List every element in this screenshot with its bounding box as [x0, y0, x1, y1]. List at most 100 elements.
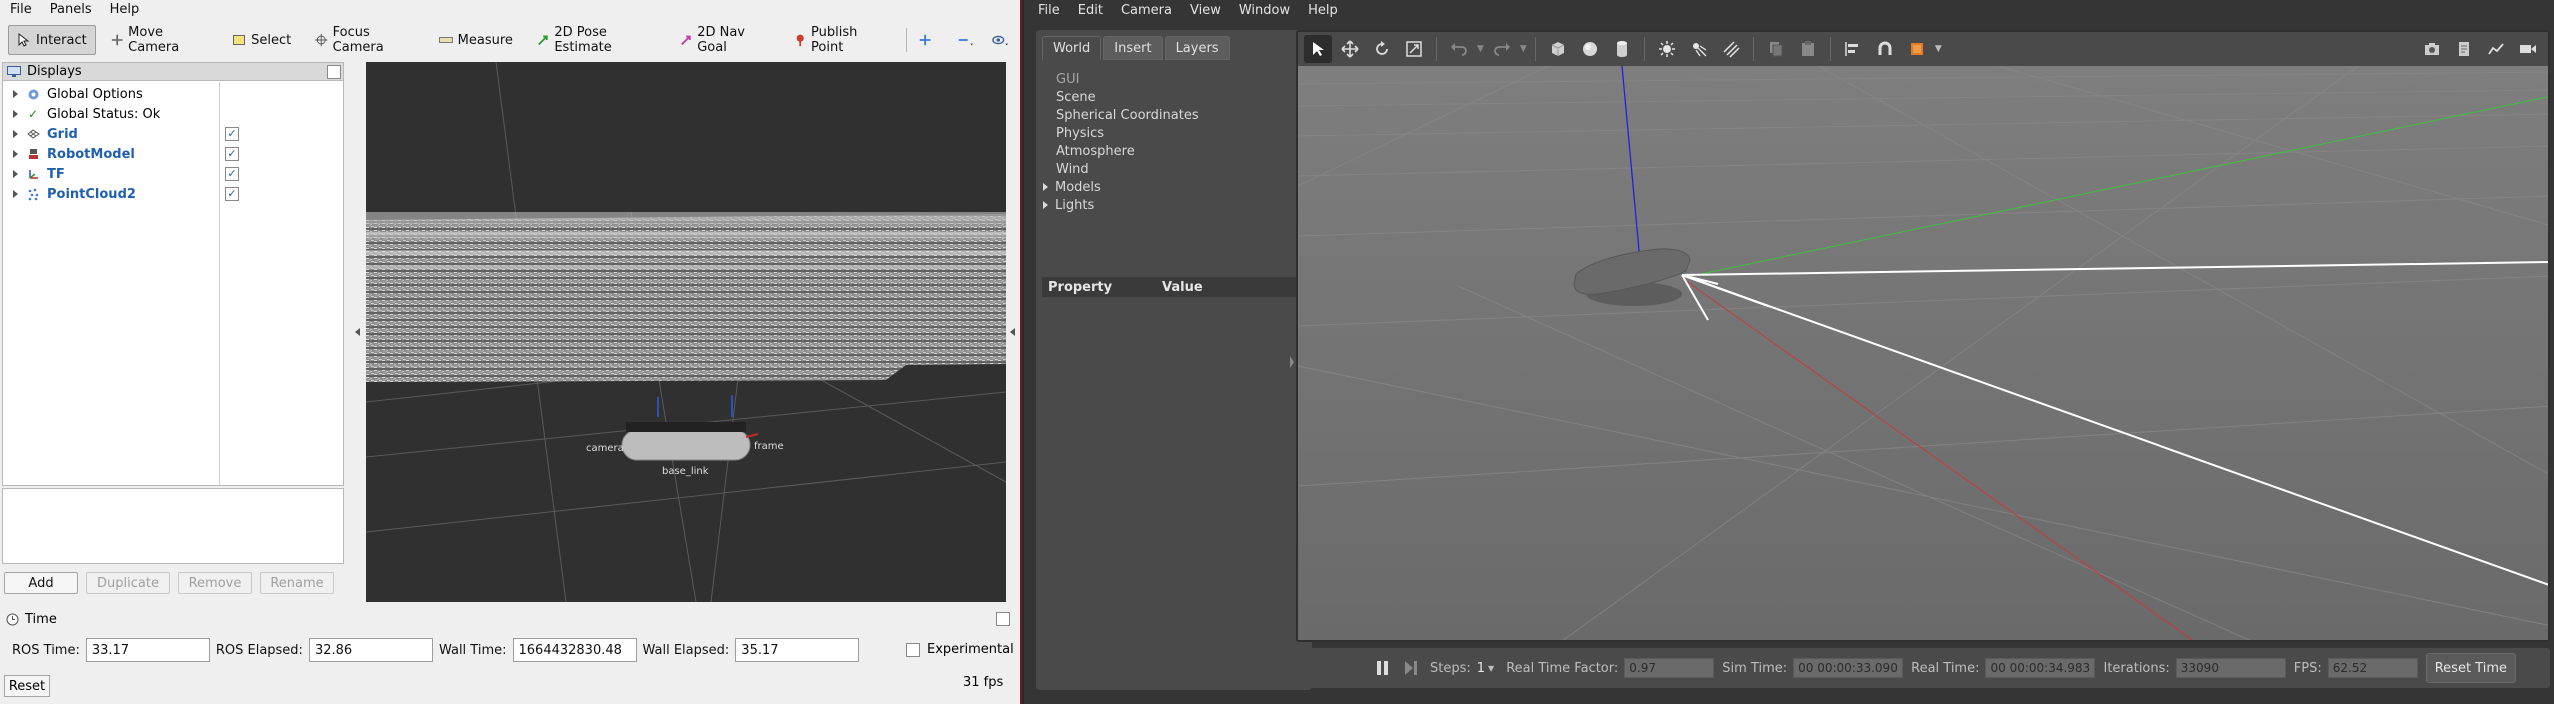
menu-help[interactable]: Help	[110, 2, 140, 17]
gz-menu-window[interactable]: Window	[1239, 3, 1290, 18]
expand-arrow-icon[interactable]	[13, 130, 18, 138]
expand-arrow-icon[interactable]	[13, 110, 18, 118]
tree-item-wind[interactable]: Wind	[1056, 160, 1199, 178]
remove-display-button[interactable]: Remove	[178, 572, 252, 594]
spot-light-button[interactable]	[1685, 35, 1713, 63]
expand-arrow-icon[interactable]	[13, 90, 18, 98]
rotate-mode-button[interactable]	[1368, 35, 1396, 63]
add-display-button[interactable]: Add	[4, 572, 78, 594]
expand-arrow-icon[interactable]	[1043, 183, 1048, 191]
pointcloud-icon	[26, 187, 40, 201]
rviz-3d-view[interactable]: camera frame base_link	[366, 62, 1006, 602]
tool-focus-camera[interactable]: Focus Camera	[306, 25, 423, 55]
menu-file[interactable]: File	[10, 2, 32, 17]
align-button[interactable]	[1839, 35, 1867, 63]
insert-box-button[interactable]	[1544, 35, 1572, 63]
collapse-left-arrow-icon[interactable]	[355, 328, 360, 336]
tree-item-gui[interactable]: GUI	[1056, 70, 1199, 88]
tree-item-scene[interactable]: Scene	[1056, 88, 1199, 106]
gz-menu-help[interactable]: Help	[1308, 3, 1338, 18]
reset-button[interactable]: Reset	[4, 675, 50, 697]
view-dropdown-icon[interactable]: ▼	[1935, 44, 1942, 54]
experimental-option[interactable]: Experimental	[906, 642, 1014, 657]
display-item-global-status[interactable]: ✓ Global Status: Ok	[3, 104, 160, 124]
scale-mode-button[interactable]	[1400, 35, 1428, 63]
gz-menu-camera[interactable]: Camera	[1121, 3, 1172, 18]
paste-button[interactable]	[1794, 35, 1822, 63]
gazebo-scene-render	[1298, 66, 2548, 640]
select-mode-button[interactable]	[1304, 35, 1332, 63]
redo-button[interactable]	[1488, 35, 1516, 63]
steps-dropdown-icon[interactable]: ▼	[1488, 664, 1494, 673]
insert-sphere-button[interactable]	[1576, 35, 1604, 63]
gz-menu-edit[interactable]: Edit	[1078, 3, 1103, 18]
display-item-pointcloud2[interactable]: PointCloud2	[3, 184, 136, 204]
collapse-right-arrow-icon[interactable]	[1010, 328, 1015, 336]
tab-world[interactable]: World	[1042, 36, 1102, 60]
tool-2d-nav-goal[interactable]: 2D Nav Goal	[671, 25, 779, 55]
tree-item-atmosphere[interactable]: Atmosphere	[1056, 142, 1199, 160]
display-item-grid[interactable]: Grid	[3, 124, 78, 144]
gz-menu-file[interactable]: File	[1038, 3, 1060, 18]
grid-enabled-checkbox[interactable]: ✓	[225, 127, 239, 141]
point-light-button[interactable]	[1653, 35, 1681, 63]
expand-arrow-icon[interactable]	[13, 170, 18, 178]
reset-time-button[interactable]: Reset Time	[2425, 653, 2516, 683]
gazebo-3d-view[interactable]: ▼ ▼ ▼	[1296, 30, 2550, 642]
panel-splitter-handle[interactable]	[1290, 356, 1294, 368]
step-icon[interactable]	[1404, 660, 1418, 676]
tree-item-spherical-coordinates[interactable]: Spherical Coordinates	[1056, 106, 1199, 124]
display-item-global-options[interactable]: Global Options	[3, 84, 143, 104]
tree-item-physics[interactable]: Physics	[1056, 124, 1199, 142]
ros-elapsed-field[interactable]: 32.86	[308, 638, 433, 662]
tool-interact[interactable]: Interact	[8, 25, 96, 55]
tool-publish-point[interactable]: Publish Point	[785, 25, 894, 55]
undo-dropdown-icon[interactable]: ▼	[1477, 44, 1484, 54]
menu-panels[interactable]: Panels	[50, 2, 92, 17]
screenshot-button[interactable]	[2418, 35, 2446, 63]
expand-arrow-icon[interactable]	[13, 190, 18, 198]
translate-mode-button[interactable]	[1336, 35, 1364, 63]
undo-button[interactable]	[1445, 35, 1473, 63]
redo-dropdown-icon[interactable]: ▼	[1520, 44, 1527, 54]
tree-item-models[interactable]: Models	[1043, 178, 1199, 196]
tab-layers[interactable]: Layers	[1164, 36, 1230, 60]
copy-button[interactable]	[1762, 35, 1790, 63]
displays-undock-button[interactable]	[327, 64, 341, 79]
add-tool-icon[interactable]	[918, 32, 932, 48]
tool-2d-pose-estimate[interactable]: 2D Pose Estimate	[528, 25, 665, 55]
snap-button[interactable]	[1871, 35, 1899, 63]
tf-enabled-checkbox[interactable]: ✓	[225, 167, 239, 181]
gz-menu-view[interactable]: View	[1190, 3, 1221, 18]
change-view-button[interactable]	[1903, 35, 1931, 63]
experimental-checkbox[interactable]	[906, 642, 920, 657]
display-item-tf[interactable]: TF	[3, 164, 65, 184]
video-record-button[interactable]	[2514, 35, 2542, 63]
pause-icon[interactable]	[1376, 660, 1390, 676]
steps-label: Steps:	[1430, 660, 1471, 676]
wall-elapsed-field[interactable]: 35.17	[735, 638, 860, 662]
real-time-label: Real Time:	[1911, 660, 1980, 676]
tree-item-lights[interactable]: Lights	[1043, 196, 1199, 214]
tab-insert[interactable]: Insert	[1103, 36, 1163, 60]
remove-tool-icon[interactable]	[957, 32, 977, 48]
tool-measure[interactable]: Measure	[430, 25, 522, 55]
tool-select[interactable]: Select	[223, 25, 300, 55]
wall-time-field[interactable]: 1664432830.48	[512, 638, 637, 662]
insert-cylinder-button[interactable]	[1608, 35, 1636, 63]
robotmodel-enabled-checkbox[interactable]: ✓	[225, 147, 239, 161]
rename-display-button[interactable]: Rename	[260, 572, 334, 594]
duplicate-display-button[interactable]: Duplicate	[86, 572, 170, 594]
expand-arrow-icon[interactable]	[13, 150, 18, 158]
ros-time-field[interactable]: 33.17	[85, 638, 210, 662]
pointcloud2-enabled-checkbox[interactable]: ✓	[225, 187, 239, 201]
log-button[interactable]	[2450, 35, 2478, 63]
time-undock-button[interactable]	[996, 612, 1010, 626]
steps-value[interactable]: 1	[1477, 661, 1485, 676]
plot-button[interactable]	[2482, 35, 2510, 63]
display-item-robotmodel[interactable]: RobotModel	[3, 144, 135, 164]
directional-light-button[interactable]	[1717, 35, 1745, 63]
expand-arrow-icon[interactable]	[1043, 201, 1048, 209]
tool-move-camera[interactable]: Move Camera	[102, 25, 217, 55]
view-eye-icon[interactable]	[992, 32, 1012, 48]
